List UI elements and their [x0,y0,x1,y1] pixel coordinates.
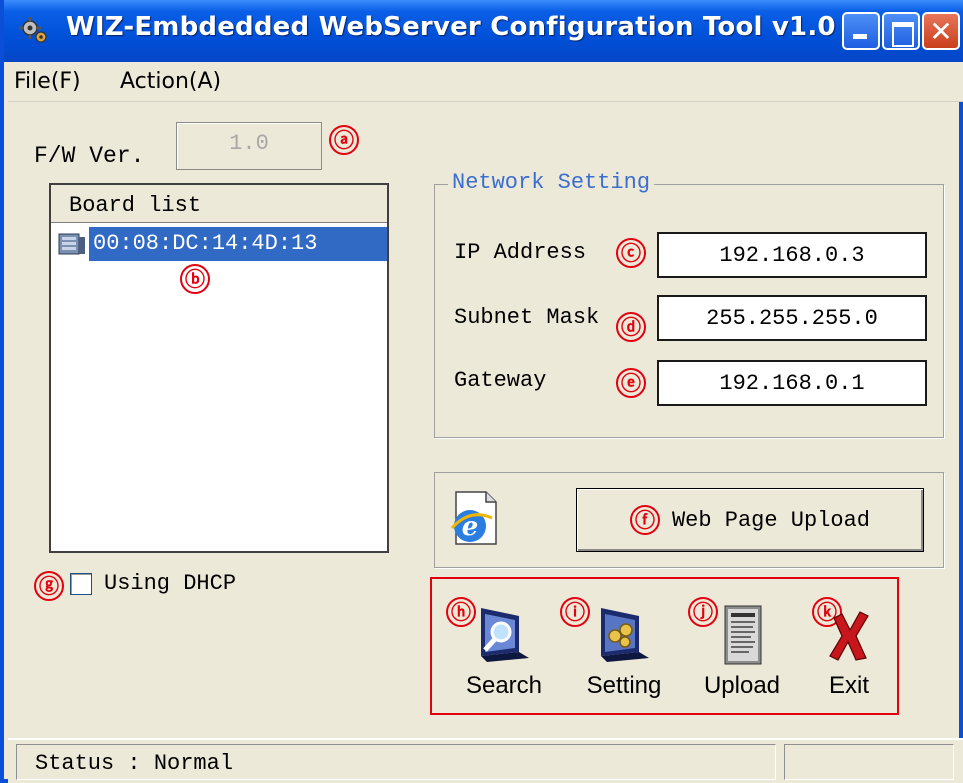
upload-button[interactable]: Upload [692,604,792,710]
exit-button[interactable]: Exit [799,604,899,710]
firmware-label: F/W Ver. [34,143,145,169]
web-page-upload-label: Web Page Upload [671,507,871,533]
setting-label: Setting [586,672,662,699]
list-item[interactable]: 00:08:DC:14:4D:13 [55,227,387,261]
board-list-header: Board list [51,185,387,223]
setting-monitor-icon [601,608,649,662]
ip-address-label: IP Address [454,240,587,265]
internet-explorer-icon: e [450,491,497,545]
menu-bar: File(F) Action(A) [8,62,963,102]
web-page-upload-button[interactable]: ⓕ Web Page Upload [576,488,924,552]
firmware-version-field: 1.0 [176,122,322,170]
gateway-label: Gateway [454,368,547,393]
subnet-mask-label: Subnet Mask [454,305,600,330]
network-setting-title: Network Setting [448,170,655,195]
gear-app-icon [19,17,47,43]
ip-address-field[interactable]: 192.168.0.3 [657,232,927,278]
network-node-icon [58,233,85,255]
window-title: WIZ-Embdedded WebServer Configuration To… [66,12,836,42]
annotation-marker-b: ⓑ [180,264,210,294]
app-window: WIZ-Embdedded WebServer Configuration To… [0,0,963,783]
red-x-icon [829,611,869,661]
status-pane-secondary [784,744,954,780]
annotation-marker-c: ⓒ [616,238,646,268]
board-mac-address: 00:08:DC:14:4D:13 [89,227,387,261]
status-text: Status : Normal [16,744,776,780]
title-bar[interactable]: WIZ-Embdedded WebServer Configuration To… [4,0,963,62]
board-list[interactable]: Board list 00:08:DC:14:4D:13 [49,183,389,553]
menu-file[interactable]: File(F) [14,69,81,94]
annotation-marker-d: ⓓ [616,312,646,342]
upload-label: Upload [703,672,781,699]
annotation-marker-a: ⓐ [329,125,359,155]
minimize-button[interactable] [842,12,880,50]
setting-button[interactable]: Setting [574,604,674,710]
search-button[interactable]: Search [454,604,554,710]
dhcp-checkbox[interactable] [70,573,92,595]
subnet-mask-field[interactable]: 255.255.255.0 [657,295,927,341]
maximize-button[interactable] [882,12,920,50]
status-bar: Status : Normal [8,738,963,783]
annotation-marker-f: ⓕ [629,505,660,535]
close-icon: ✕ [929,14,953,48]
exit-label: Exit [828,672,869,699]
annotation-marker-g: ⓖ [34,571,64,601]
close-button[interactable]: ✕ [922,12,960,50]
gateway-field[interactable]: 192.168.0.1 [657,360,927,406]
menu-action[interactable]: Action(A) [120,69,221,94]
search-label: Search [465,672,543,699]
dhcp-label: Using DHCP [104,571,237,596]
readme-document-icon [724,605,762,665]
annotation-marker-e: ⓔ [616,368,646,398]
search-monitor-icon [481,608,529,662]
